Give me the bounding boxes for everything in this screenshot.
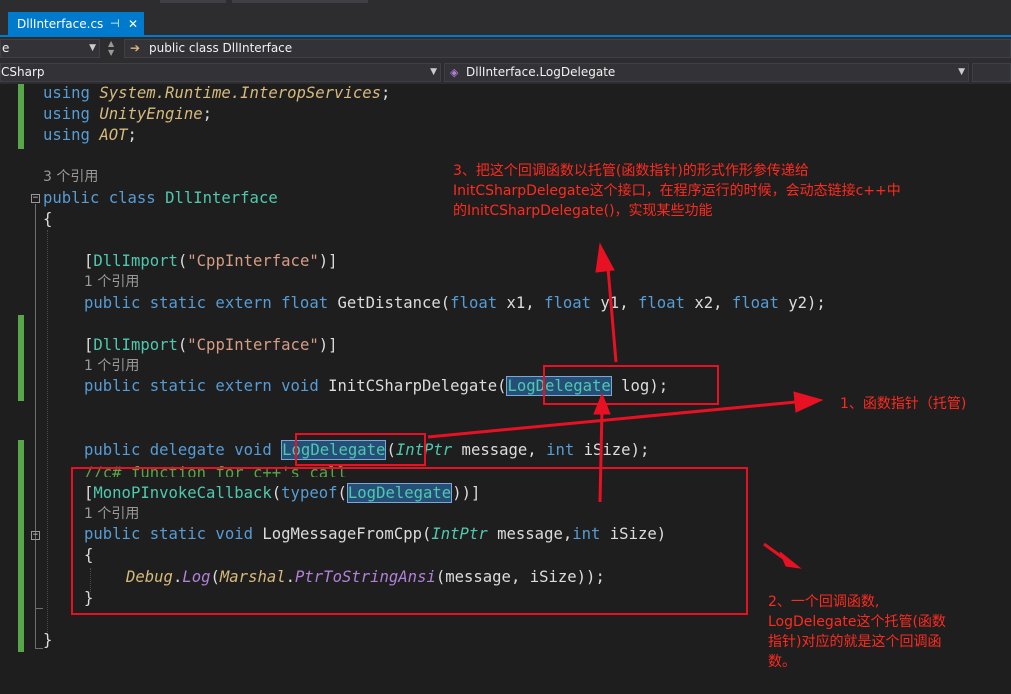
arrowhead	[793, 391, 824, 413]
arrowhead	[779, 551, 802, 569]
arrowhead	[593, 392, 611, 415]
annotation-note-1: 1、函数指针（托管)	[840, 396, 967, 412]
arrow-to-init-param	[598, 409, 604, 503]
arrowhead	[595, 242, 615, 273]
arrow-to-note3	[606, 267, 618, 363]
annotation-arrows	[427, 242, 824, 569]
annotation-note-3: 3、把这个回调函数以托管(函数指针)的形式作形参传递给 InitCSharpDe…	[453, 163, 901, 219]
arrow-to-note1	[427, 400, 797, 439]
annotation-note-2: 2、一个回调函数, LogDelegate这个托管(函数 指针)对应的就是这个回…	[768, 594, 946, 670]
